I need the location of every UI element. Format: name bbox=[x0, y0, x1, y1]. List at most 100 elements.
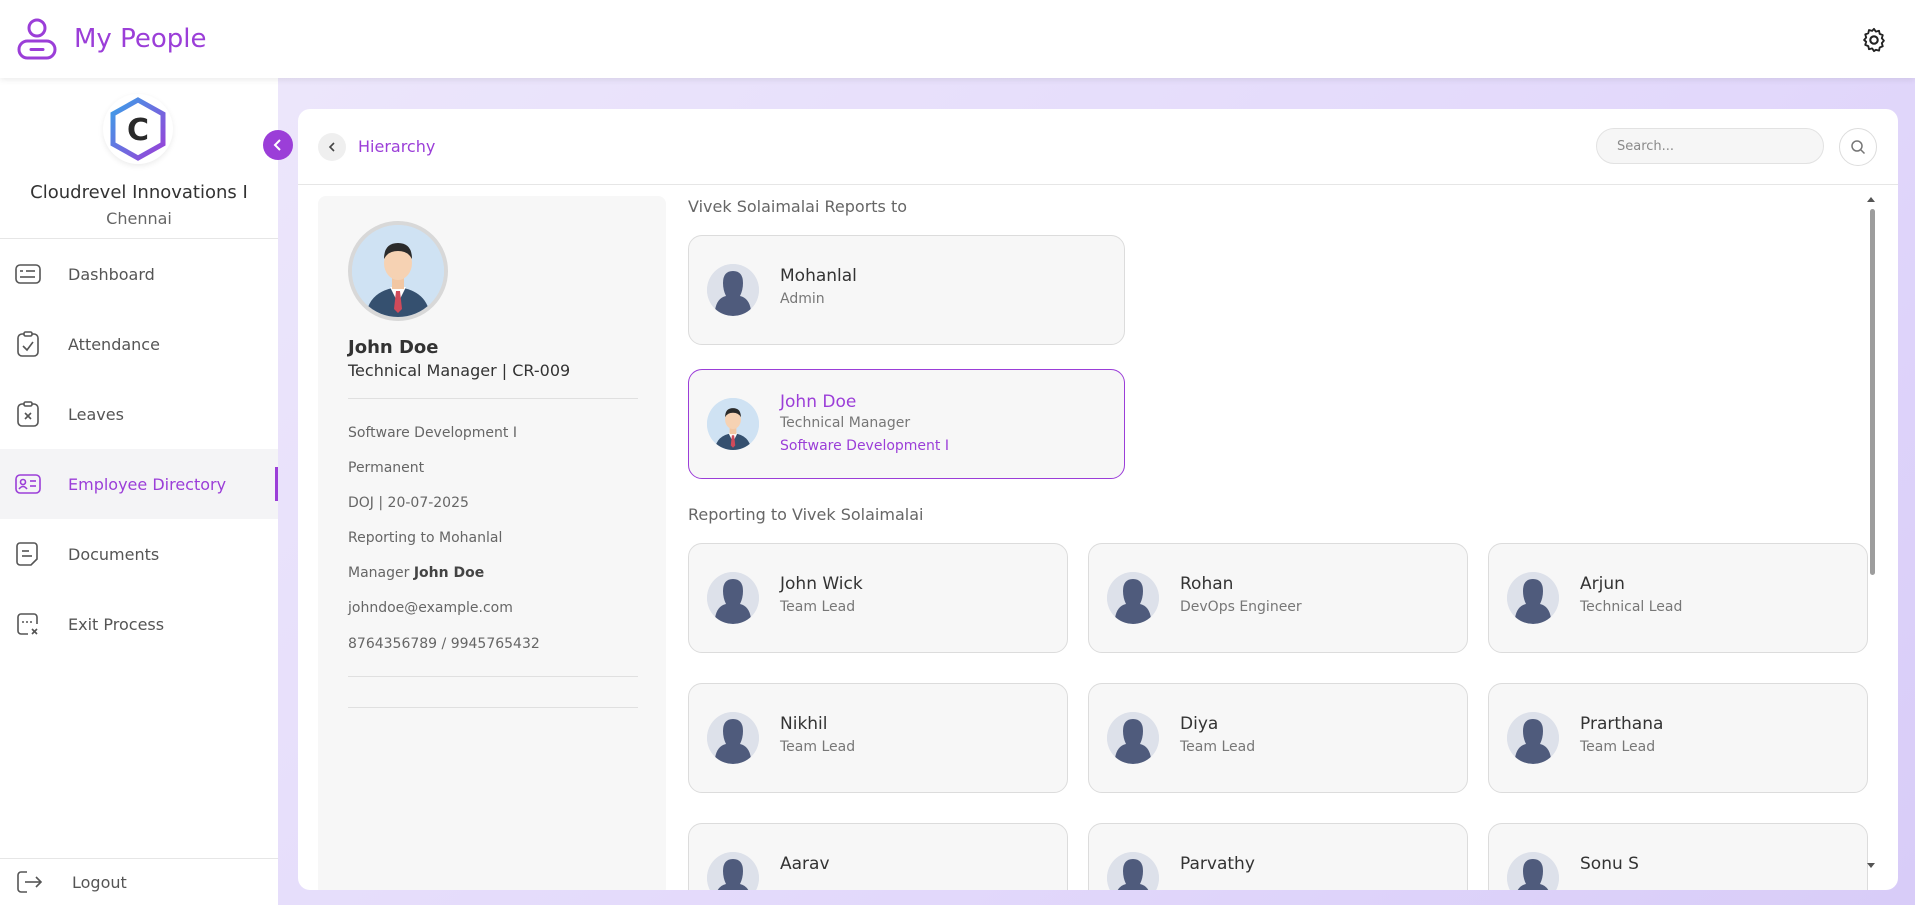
profile-employment-type: Permanent bbox=[348, 460, 425, 476]
reportee-card[interactable]: Arjun Technical Lead bbox=[1488, 543, 1868, 653]
sidebar-item-leaves[interactable]: Leaves bbox=[0, 379, 278, 449]
org-logo-letter: C bbox=[127, 113, 149, 148]
scroll-down-arrow[interactable] bbox=[1867, 863, 1875, 868]
search-button[interactable] bbox=[1839, 128, 1877, 166]
avatar bbox=[1107, 572, 1159, 624]
card-role: Team Lead bbox=[1180, 739, 1256, 755]
profile-department: Software Development I bbox=[348, 425, 517, 441]
reportee-card[interactable]: Nikhil Team Lead bbox=[688, 683, 1068, 793]
profile-manager: Manager John Doe bbox=[348, 565, 484, 581]
person-placeholder-icon bbox=[1107, 852, 1159, 890]
person-avatar-icon bbox=[352, 225, 444, 317]
back-button[interactable] bbox=[318, 133, 346, 161]
person-placeholder-icon bbox=[1507, 712, 1559, 764]
card-name: Aarav bbox=[780, 854, 830, 874]
profile-role: Technical Manager | CR-009 bbox=[348, 361, 571, 380]
search-input[interactable] bbox=[1596, 128, 1824, 164]
breadcrumb[interactable]: Hierarchy bbox=[358, 137, 435, 156]
profile-doj: DOJ | 20-07-2025 bbox=[348, 495, 469, 511]
org-name: Cloudrevel Innovations I bbox=[30, 182, 248, 203]
manager-card[interactable]: Mohanlal Admin bbox=[688, 235, 1125, 345]
person-placeholder-icon bbox=[1107, 572, 1159, 624]
sidebar-item-label: Employee Directory bbox=[68, 474, 227, 494]
sidebar-collapse-button[interactable] bbox=[263, 130, 293, 160]
profile-divider bbox=[348, 707, 638, 708]
search-icon bbox=[1851, 140, 1866, 155]
org-city: Chennai bbox=[106, 209, 172, 228]
person-placeholder-icon bbox=[1107, 712, 1159, 764]
reportee-card[interactable]: Diya Team Lead bbox=[1088, 683, 1468, 793]
person-placeholder-icon bbox=[1507, 572, 1559, 624]
documents-icon bbox=[16, 542, 38, 566]
avatar bbox=[1107, 852, 1159, 890]
avatar bbox=[1507, 572, 1559, 624]
hierarchy-panel: Hierarchy John Doe Technical Manager | C… bbox=[298, 109, 1898, 890]
card-role: Team Lead bbox=[1580, 739, 1656, 755]
reports-to-title: Vivek Solaimalai Reports to bbox=[688, 197, 908, 216]
avatar bbox=[707, 398, 759, 450]
scrollbar-thumb[interactable] bbox=[1870, 209, 1875, 575]
gear-icon[interactable] bbox=[1860, 26, 1888, 54]
logout-icon bbox=[17, 871, 43, 893]
card-name: Sonu S bbox=[1580, 854, 1639, 874]
profile-manager-prefix: Manager bbox=[348, 565, 410, 581]
card-name: Nikhil bbox=[780, 714, 828, 734]
reportee-card[interactable]: Aarav bbox=[688, 823, 1068, 890]
person-placeholder-icon bbox=[707, 712, 759, 764]
brand[interactable]: My People bbox=[16, 17, 206, 61]
sidebar-item-label: Dashboard bbox=[68, 264, 155, 284]
employee-directory-icon bbox=[15, 474, 41, 494]
person-avatar-icon bbox=[707, 398, 759, 450]
profile-email[interactable]: johndoe@example.com bbox=[348, 600, 513, 616]
person-placeholder-icon bbox=[707, 264, 759, 316]
avatar bbox=[1107, 712, 1159, 764]
sidebar-nav: Dashboard Attendance Leaves Employee Dir… bbox=[0, 239, 278, 659]
person-placeholder-icon bbox=[1507, 852, 1559, 890]
profile-divider bbox=[348, 398, 638, 399]
card-role: Admin bbox=[780, 291, 825, 307]
avatar bbox=[707, 572, 759, 624]
attendance-icon bbox=[17, 331, 39, 357]
sidebar-item-label: Documents bbox=[68, 544, 160, 564]
org-logo-icon: C bbox=[110, 97, 166, 161]
sidebar-item-attendance[interactable]: Attendance bbox=[0, 309, 278, 379]
exit-process-icon bbox=[17, 613, 38, 635]
card-name: John Doe bbox=[780, 392, 857, 412]
card-name: Prarthana bbox=[1580, 714, 1664, 734]
selected-employee-card[interactable]: John Doe Technical Manager Software Deve… bbox=[688, 369, 1125, 479]
sidebar: C Cloudrevel Innovations I Chennai Dashb… bbox=[0, 78, 278, 905]
card-department: Software Development I bbox=[780, 438, 949, 454]
reportee-card[interactable]: Sonu S bbox=[1488, 823, 1868, 890]
card-name: Diya bbox=[1180, 714, 1219, 734]
card-role: DevOps Engineer bbox=[1180, 599, 1302, 615]
avatar bbox=[1507, 712, 1559, 764]
reportee-card[interactable]: John Wick Team Lead bbox=[688, 543, 1068, 653]
reportees-title: Reporting to Vivek Solaimalai bbox=[688, 505, 924, 524]
reportee-card[interactable]: Prarthana Team Lead bbox=[1488, 683, 1868, 793]
logout-label: Logout bbox=[72, 872, 127, 892]
profile-reporting-to: Reporting to Mohanlal bbox=[348, 530, 503, 546]
card-role: Team Lead bbox=[780, 739, 856, 755]
sidebar-item-documents[interactable]: Documents bbox=[0, 519, 278, 589]
profile-name: John Doe bbox=[348, 337, 439, 358]
card-name: Parvathy bbox=[1180, 854, 1255, 874]
top-bar: My People bbox=[0, 0, 1915, 78]
sidebar-item-exit-process[interactable]: Exit Process bbox=[0, 589, 278, 659]
person-placeholder-icon bbox=[707, 572, 759, 624]
sidebar-item-label: Exit Process bbox=[68, 614, 165, 634]
card-name: Rohan bbox=[1180, 574, 1234, 594]
scroll-up-arrow[interactable] bbox=[1867, 197, 1875, 202]
card-name: John Wick bbox=[780, 574, 863, 594]
person-logo-icon bbox=[17, 18, 57, 60]
profile-manager-name: John Doe bbox=[413, 565, 485, 581]
person-placeholder-icon bbox=[707, 852, 759, 890]
reportee-card[interactable]: Rohan DevOps Engineer bbox=[1088, 543, 1468, 653]
logout-button[interactable]: Logout bbox=[0, 858, 278, 905]
card-role: Technical Lead bbox=[1580, 599, 1683, 615]
sidebar-item-label: Leaves bbox=[68, 404, 124, 424]
sidebar-item-dashboard[interactable]: Dashboard bbox=[0, 239, 278, 309]
sidebar-item-employee-directory[interactable]: Employee Directory bbox=[0, 449, 278, 519]
reportee-card[interactable]: Parvathy bbox=[1088, 823, 1468, 890]
profile-phones: 8764356789 / 9945765432 bbox=[348, 636, 540, 652]
app-title: My People bbox=[74, 24, 207, 54]
